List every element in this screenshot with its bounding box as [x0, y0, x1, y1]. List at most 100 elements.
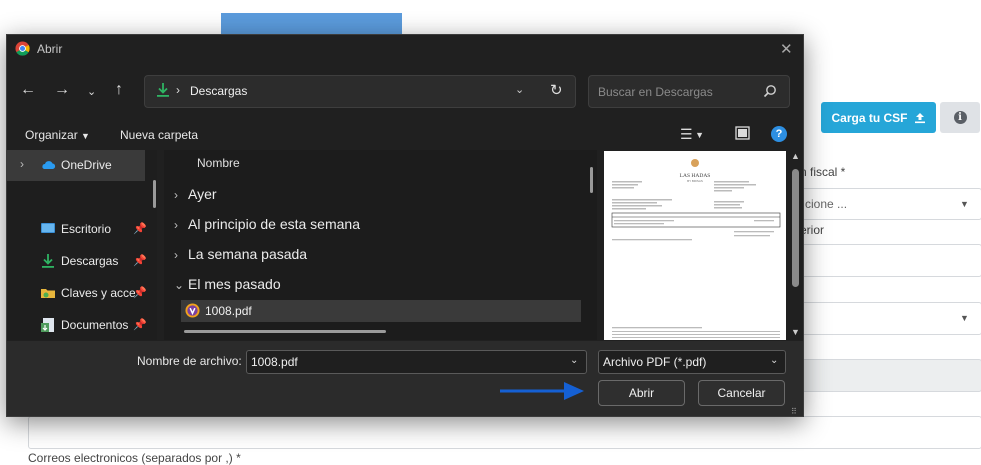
chevron-right-icon: › — [174, 188, 178, 202]
preview-scroll-thumb[interactable] — [792, 169, 799, 287]
chevron-down-icon[interactable]: ⌄ — [515, 83, 524, 96]
resize-grip-icon[interactable]: ⠿ — [791, 407, 797, 416]
nav-item-escritorio[interactable]: Escritorio 📌 — [7, 218, 152, 242]
scroll-down-icon[interactable]: ▼ — [791, 327, 800, 337]
recent-dropdown-icon[interactable]: ⌄ — [87, 85, 96, 98]
group-label: Al principio de esta semana — [188, 216, 360, 232]
regimen-select-value: cione ... — [805, 197, 848, 211]
dialog-title: Abrir — [37, 42, 63, 56]
refresh-icon[interactable]: ↻ — [550, 81, 563, 99]
navigation-pane: › OneDrive Escritorio 📌 Descargas 📌 Clav… — [7, 150, 157, 340]
info-button[interactable]: i — [940, 102, 980, 133]
filename-label: Nombre de archivo: — [137, 354, 242, 368]
preview-pane-icon[interactable] — [735, 126, 750, 143]
pin-icon: 📌 — [133, 255, 147, 267]
organize-label: Organizar — [25, 128, 78, 142]
preview-scrollbar[interactable]: ▲ ▼ — [791, 151, 800, 340]
pin-icon: 📌 — [133, 287, 147, 299]
long-field[interactable] — [28, 416, 981, 449]
dialog-footer: Nombre de archivo: 1008.pdf ⌄ Archivo PD… — [7, 341, 803, 416]
pin-icon: 📌 — [133, 223, 147, 235]
chevron-right-icon: › — [174, 248, 178, 262]
nav-item-label: Descargas — [61, 254, 119, 268]
preview-brand-sub: BY BRISAS — [687, 179, 703, 183]
search-box[interactable]: Buscar en Descargas — [588, 75, 790, 108]
group-label: Ayer — [188, 186, 217, 202]
nav-item-descargas[interactable]: Descargas 📌 — [7, 250, 152, 274]
info-icon: i — [953, 111, 967, 124]
new-folder-button[interactable]: Nueva carpeta — [120, 128, 198, 142]
nav-item-label: OneDrive — [61, 158, 112, 172]
chrome-icon — [15, 41, 30, 56]
nav-item-label: Documentos — [61, 318, 129, 332]
search-icon[interactable] — [763, 84, 777, 98]
file-preview: LAS HADAS BY BRISAS — [604, 151, 786, 340]
open-button[interactable]: Abrir — [598, 380, 685, 406]
file-vertical-scrollbar[interactable] — [590, 167, 593, 193]
search-placeholder: Buscar en Descargas — [598, 85, 713, 99]
filetype-value: Archivo PDF (*.pdf) — [603, 355, 707, 369]
group-last-week[interactable]: › La semana pasada — [174, 246, 307, 262]
pin-icon: 📌 — [133, 319, 147, 331]
file-row-selected[interactable]: 1008.pdf — [181, 300, 581, 322]
breadcrumb-folder[interactable]: Descargas — [190, 84, 247, 98]
annotation-arrow-icon — [500, 382, 584, 400]
forward-arrow-icon[interactable]: → — [54, 81, 70, 99]
scroll-up-icon[interactable]: ▲ — [791, 151, 800, 161]
group-last-month[interactable]: ⌄ El mes pasado — [174, 276, 281, 292]
chevron-right-icon: › — [174, 218, 178, 232]
documents-icon — [41, 318, 54, 332]
address-bar[interactable]: › Descargas ⌄ ↻ — [144, 75, 576, 108]
organize-menu[interactable]: Organizar ▼ — [25, 128, 90, 142]
pdf-file-icon — [185, 303, 200, 318]
dialog-titlebar: Abrir ✕ — [7, 35, 803, 63]
file-name: 1008.pdf — [205, 304, 252, 318]
onedrive-icon — [42, 161, 56, 169]
chevron-down-icon: ▼ — [960, 199, 969, 209]
column-header-name[interactable]: Nombre — [197, 156, 240, 170]
nav-item-label: Escritorio — [61, 222, 112, 236]
desktop-icon — [41, 223, 55, 233]
nav-scrollbar[interactable] — [153, 180, 156, 208]
chevron-down-icon[interactable]: ⌄ — [770, 355, 778, 366]
up-arrow-icon[interactable]: ↑ — [115, 81, 123, 99]
cancel-button[interactable]: Cancelar — [698, 380, 785, 406]
upload-csf-label: Carga tu CSF — [831, 110, 908, 125]
chevron-down-icon: ▼ — [960, 313, 969, 323]
chevron-down-icon[interactable]: ⌄ — [570, 355, 578, 366]
group-label: La semana pasada — [188, 246, 308, 262]
caret-down-icon: ▼ — [81, 131, 90, 141]
help-icon[interactable]: ? — [771, 126, 787, 142]
filename-input[interactable]: 1008.pdf ⌄ — [246, 350, 587, 374]
disabled-field — [790, 359, 981, 392]
group-ayer[interactable]: › Ayer — [174, 186, 217, 202]
close-icon[interactable]: ✕ — [780, 40, 793, 58]
page-top-bar — [221, 13, 402, 35]
download-icon — [42, 254, 54, 268]
file-list-pane: Nombre › Ayer › Al principio de esta seman… — [164, 150, 597, 340]
nav-item-onedrive[interactable]: › OneDrive — [7, 154, 152, 178]
filename-value: 1008.pdf — [251, 355, 298, 369]
upload-icon — [914, 112, 925, 123]
regimen-label: n fiscal * — [800, 165, 846, 179]
upload-csf-button[interactable]: Carga tu CSF — [821, 102, 936, 133]
nav-item-documentos[interactable]: Documentos 📌 — [7, 314, 152, 338]
back-arrow-icon[interactable]: ← — [20, 81, 36, 99]
expand-chevron-icon[interactable]: › — [20, 157, 24, 171]
filetype-select[interactable]: Archivo PDF (*.pdf) ⌄ — [598, 350, 786, 374]
view-options-icon[interactable]: ☰ ▼ — [680, 126, 704, 143]
group-label: El mes pasado — [188, 276, 281, 292]
nav-item-claves[interactable]: Claves y acceso 📌 — [7, 282, 152, 306]
open-file-dialog: Abrir ✕ ← → ⌄ ↑ › Descargas ⌄ ↻ Buscar e… — [6, 34, 804, 417]
anterior-field[interactable] — [790, 244, 981, 277]
nav-item-label: Claves y acceso — [61, 286, 135, 300]
chevron-down-icon: ⌄ — [174, 278, 185, 292]
folder-icon — [41, 289, 55, 298]
file-horizontal-scrollbar[interactable] — [184, 330, 386, 333]
second-select[interactable] — [790, 302, 981, 335]
download-icon — [157, 83, 169, 97]
group-this-week[interactable]: › Al principio de esta semana — [174, 216, 360, 232]
correos-label: Correos electronicos (separados por ,) * — [28, 451, 241, 465]
breadcrumb-chevron-icon: › — [176, 83, 180, 97]
pdf-preview-page: LAS HADAS BY BRISAS — [611, 159, 781, 338]
